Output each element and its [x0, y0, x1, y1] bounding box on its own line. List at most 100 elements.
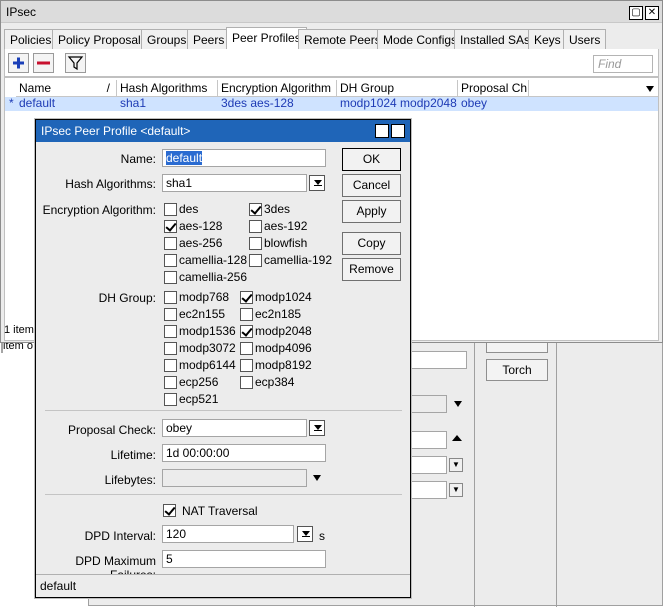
item-count-status: 1 item [4, 324, 34, 336]
bg-field-3[interactable] [411, 431, 447, 449]
col-proposal[interactable]: Proposal Ch... [458, 80, 529, 97]
bg-field-1[interactable] [411, 351, 467, 369]
dh-option-checkbox[interactable] [240, 325, 253, 338]
table-row[interactable]: * default sha1 3des aes-128 modp1024 mod… [5, 97, 658, 111]
encryption-option-label: aes-192 [264, 219, 308, 233]
encryption-option-label: camellia-256 [179, 270, 248, 284]
lifetime-field[interactable]: 1d 00:00:00 [162, 444, 326, 462]
filter-button[interactable] [65, 53, 86, 73]
col-dh-group[interactable]: DH Group [337, 80, 458, 97]
dh-option-checkbox[interactable] [164, 308, 177, 321]
encryption-label: Encryption Algorithm: [42, 203, 156, 217]
close-icon[interactable]: ✕ [645, 6, 659, 20]
encryption-option-label: camellia-128 [179, 253, 248, 267]
filter-icon [67, 56, 84, 71]
bg-torch-button[interactable]: Torch [486, 359, 548, 381]
encryption-option-checkbox[interactable] [164, 220, 177, 233]
nat-traversal-checkbox[interactable] [163, 504, 176, 517]
dh-option-checkbox[interactable] [240, 291, 253, 304]
dh-option-checkbox[interactable] [164, 359, 177, 372]
encryption-option-checkbox[interactable] [249, 203, 262, 216]
find-input[interactable]: Find [593, 55, 653, 73]
bg-field-4[interactable] [411, 456, 447, 474]
lifebytes-dropdown-icon[interactable] [312, 473, 322, 483]
lifetime-label: Lifetime: [110, 448, 156, 462]
name-field[interactable]: default [162, 149, 326, 167]
bg-up-arrow-icon[interactable] [452, 435, 462, 441]
dpd-interval-dropdown-icon[interactable] [297, 526, 313, 542]
tab-policies[interactable]: Policies [4, 29, 58, 50]
dh-option-label: modp6144 [179, 358, 236, 372]
ok-button[interactable]: OK [342, 148, 401, 171]
tab-mode-configs[interactable]: Mode Configs [377, 29, 464, 50]
dialog-status: default [36, 574, 410, 597]
bg-dropdown-5-icon[interactable]: ▼ [449, 483, 463, 497]
separator [45, 410, 402, 411]
dh-option-checkbox[interactable] [164, 291, 177, 304]
proposal-check-label: Proposal Check: [67, 423, 156, 437]
dh-option-checkbox[interactable] [164, 342, 177, 355]
dh-option-checkbox[interactable] [240, 342, 253, 355]
tab-remote-peers[interactable]: Remote Peers [298, 29, 387, 50]
tab-peer-profiles[interactable]: Peer Profiles [226, 27, 307, 50]
apply-button[interactable]: Apply [342, 200, 401, 223]
encryption-option-checkbox[interactable] [164, 237, 177, 250]
cancel-button[interactable]: Cancel [342, 174, 401, 197]
encryption-option-checkbox[interactable] [249, 220, 262, 233]
encryption-option-checkbox[interactable] [249, 254, 262, 267]
restore-icon[interactable]: ▢ [629, 6, 643, 20]
hash-select[interactable]: sha1 [162, 174, 307, 192]
dh-option-label: modp1024 [255, 290, 312, 304]
col-encryption[interactable]: Encryption Algorithm [218, 80, 337, 97]
encryption-option-checkbox[interactable] [164, 271, 177, 284]
dialog-close-icon[interactable]: ✕ [391, 124, 405, 138]
dpd-interval-field[interactable]: 120 [162, 525, 294, 543]
minus-icon [37, 61, 50, 65]
bg-dropdown-arrow[interactable] [453, 399, 463, 409]
tab-users[interactable]: Users [563, 29, 607, 50]
dh-option-checkbox[interactable] [164, 393, 177, 406]
col-hash[interactable]: Hash Algorithms [117, 80, 218, 97]
encryption-option-label: blowfish [264, 236, 308, 250]
tab-groups[interactable]: Groups [141, 29, 193, 50]
name-label: Name: [120, 152, 156, 166]
proposal-dropdown-icon[interactable] [309, 420, 325, 436]
bg-field-5[interactable] [411, 481, 447, 499]
add-button[interactable] [8, 53, 29, 73]
lifebytes-field[interactable] [162, 469, 307, 487]
col-name-label: Name [19, 81, 52, 95]
dh-option-checkbox[interactable] [240, 359, 253, 372]
encryption-option-checkbox[interactable] [249, 237, 262, 250]
proposal-check-select[interactable]: obey [162, 419, 307, 437]
bg-field-2[interactable] [411, 395, 447, 413]
toolbar: Find [4, 49, 659, 77]
dh-option-checkbox[interactable] [164, 376, 177, 389]
dh-option-label: ecp521 [179, 392, 219, 406]
bg-divider-2 [556, 331, 557, 607]
dh-option-checkbox[interactable] [164, 325, 177, 338]
col-name[interactable]: Name / [16, 80, 117, 97]
encryption-option-checkbox[interactable] [164, 203, 177, 216]
hash-dropdown-icon[interactable] [309, 175, 325, 191]
encryption-option-label: camellia-192 [264, 253, 333, 267]
remove-button[interactable] [33, 53, 54, 73]
tab-policy-proposals[interactable]: Policy Proposals [52, 29, 153, 50]
columns-dropdown-icon[interactable] [645, 84, 655, 94]
bg-dropdown-4-icon[interactable]: ▼ [449, 458, 463, 472]
dh-option-label: modp3072 [179, 341, 236, 355]
tab-peers[interactable]: Peers [187, 29, 231, 50]
dialog-restore-icon[interactable]: ▢ [375, 124, 389, 138]
encryption-option-checkbox[interactable] [164, 254, 177, 267]
copy-button[interactable]: Copy [342, 232, 401, 255]
dh-option-checkbox[interactable] [240, 376, 253, 389]
dialog-titlebar: IPsec Peer Profile <default> ▢ ✕ [36, 120, 410, 142]
dh-group-label: DH Group: [98, 291, 156, 305]
tab-installed-sas[interactable]: Installed SAs [454, 29, 537, 50]
remove-profile-button[interactable]: Remove [342, 258, 401, 281]
dh-option-checkbox[interactable] [240, 308, 253, 321]
dialog-title: IPsec Peer Profile <default> [41, 124, 191, 138]
encryption-option-label: aes-256 [179, 236, 223, 250]
tab-keys[interactable]: Keys [528, 29, 567, 50]
dpd-max-failures-field[interactable]: 5 [162, 550, 326, 568]
lifebytes-label: Lifebytes: [104, 473, 156, 487]
